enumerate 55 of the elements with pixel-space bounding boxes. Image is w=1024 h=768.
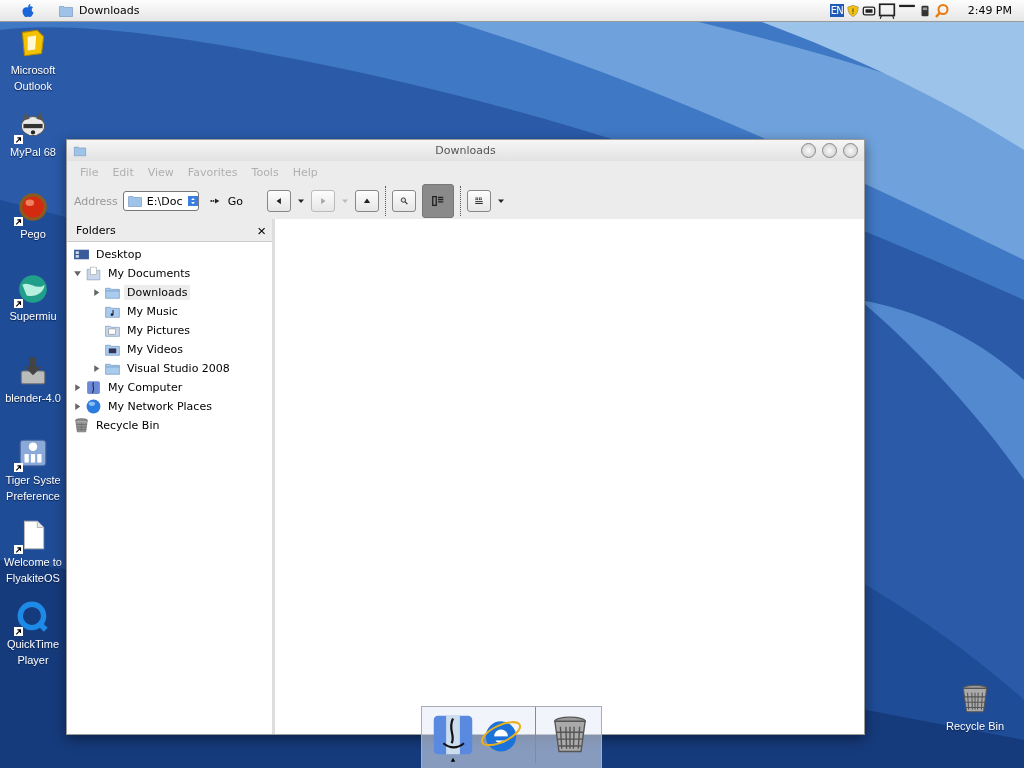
- icon-label: Supermiu: [9, 309, 57, 324]
- trash-can-icon: [73, 417, 90, 434]
- clock: 2:49 PM: [967, 4, 1012, 17]
- close-button[interactable]: ×: [257, 222, 266, 238]
- list-view-icon: [474, 196, 485, 206]
- dropdown-arrow-icon[interactable]: [297, 197, 306, 205]
- window-title: Downloads: [435, 144, 496, 157]
- go-button[interactable]: Go: [204, 194, 246, 208]
- folder-icon: [73, 143, 87, 158]
- folder-icon: [126, 193, 143, 209]
- icon-label: QuickTime Player: [6, 637, 60, 668]
- app-title: Downloads: [79, 4, 140, 17]
- tree-item[interactable]: My Network Places: [105, 399, 215, 414]
- address-field[interactable]: E:\Doc: [122, 191, 199, 211]
- language-indicator[interactable]: EN: [829, 4, 844, 17]
- quicktime-icon[interactable]: [16, 600, 50, 634]
- globe-icon[interactable]: [16, 272, 50, 306]
- search-icon: [399, 196, 410, 206]
- folders-button[interactable]: [422, 184, 455, 218]
- tree-item[interactable]: My Videos: [124, 342, 187, 357]
- dropdown-arrow-icon[interactable]: [497, 197, 506, 205]
- tree-item[interactable]: Downloads: [124, 285, 191, 300]
- window-control-button[interactable]: [801, 143, 816, 158]
- tree-item[interactable]: Visual Studio 2008: [124, 361, 233, 376]
- icon-label: blender-4.0: [5, 391, 61, 406]
- window-control-button[interactable]: [843, 143, 858, 158]
- panel-title: Folders: [76, 223, 116, 237]
- icon-label: Microsoft Outlook: [10, 63, 56, 94]
- address-label: Address: [74, 194, 118, 208]
- icon-label: Pego: [20, 227, 46, 242]
- globe-icon: [85, 398, 102, 415]
- tree-item[interactable]: Recycle Bin: [93, 418, 163, 433]
- disclosure-triangle-icon[interactable]: [92, 364, 101, 373]
- disclosure-triangle-icon[interactable]: [73, 269, 82, 278]
- ball-icon[interactable]: [16, 190, 50, 224]
- search-button[interactable]: [392, 190, 417, 212]
- icon-label: Welcome to FlyakiteOS: [4, 555, 62, 586]
- disclosure-triangle-icon[interactable]: [73, 402, 82, 411]
- monitor-icon[interactable]: [877, 1, 896, 20]
- disclosure-triangle-icon[interactable]: [92, 288, 101, 297]
- views-button[interactable]: [467, 190, 492, 212]
- tree-item[interactable]: Desktop: [93, 247, 145, 262]
- tree-item[interactable]: My Pictures: [124, 323, 194, 338]
- tree-item[interactable]: My Documents: [105, 266, 194, 281]
- tree-item[interactable]: My Music: [124, 304, 181, 319]
- tree-item[interactable]: My Computer: [105, 380, 186, 395]
- panel-icon: [431, 194, 446, 208]
- back-button[interactable]: [267, 190, 292, 212]
- icon-label: Recycle Bin: [945, 719, 1005, 734]
- icon-label: MyPal 68: [10, 145, 56, 160]
- icon-label: Tiger Syste Preference: [5, 473, 61, 504]
- disclosure-triangle-icon[interactable]: [73, 383, 82, 392]
- documents-folder-icon: [85, 265, 102, 282]
- up-arrow-icon: [362, 196, 373, 206]
- up-button[interactable]: [355, 190, 380, 212]
